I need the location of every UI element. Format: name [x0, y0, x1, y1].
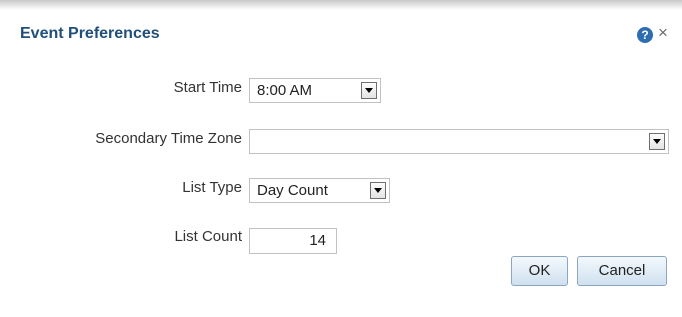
list-count-label: List Count: [174, 228, 242, 245]
event-preferences-dialog: Event Preferences ? × Start Time 8:00 AM…: [0, 0, 682, 317]
chevron-down-icon[interactable]: [649, 133, 665, 150]
chevron-down-icon[interactable]: [370, 182, 386, 199]
dialog-top-border: [0, 0, 682, 10]
ok-button[interactable]: OK: [511, 256, 568, 286]
help-icon[interactable]: ?: [637, 27, 653, 43]
secondary-time-zone-label: Secondary Time Zone: [95, 130, 242, 147]
start-time-select[interactable]: 8:00 AM: [249, 78, 381, 103]
list-count-input[interactable]: 14: [249, 228, 337, 254]
start-time-value: 8:00 AM: [257, 82, 313, 99]
cancel-button[interactable]: Cancel: [577, 256, 667, 286]
secondary-time-zone-select[interactable]: [249, 129, 669, 154]
start-time-label: Start Time: [173, 79, 242, 96]
list-type-select[interactable]: Day Count: [249, 178, 390, 203]
chevron-down-icon[interactable]: [361, 82, 377, 99]
list-type-label: List Type: [182, 179, 242, 196]
close-icon[interactable]: ×: [656, 23, 670, 43]
list-type-value: Day Count: [257, 182, 328, 199]
dialog-title: Event Preferences: [20, 25, 160, 42]
